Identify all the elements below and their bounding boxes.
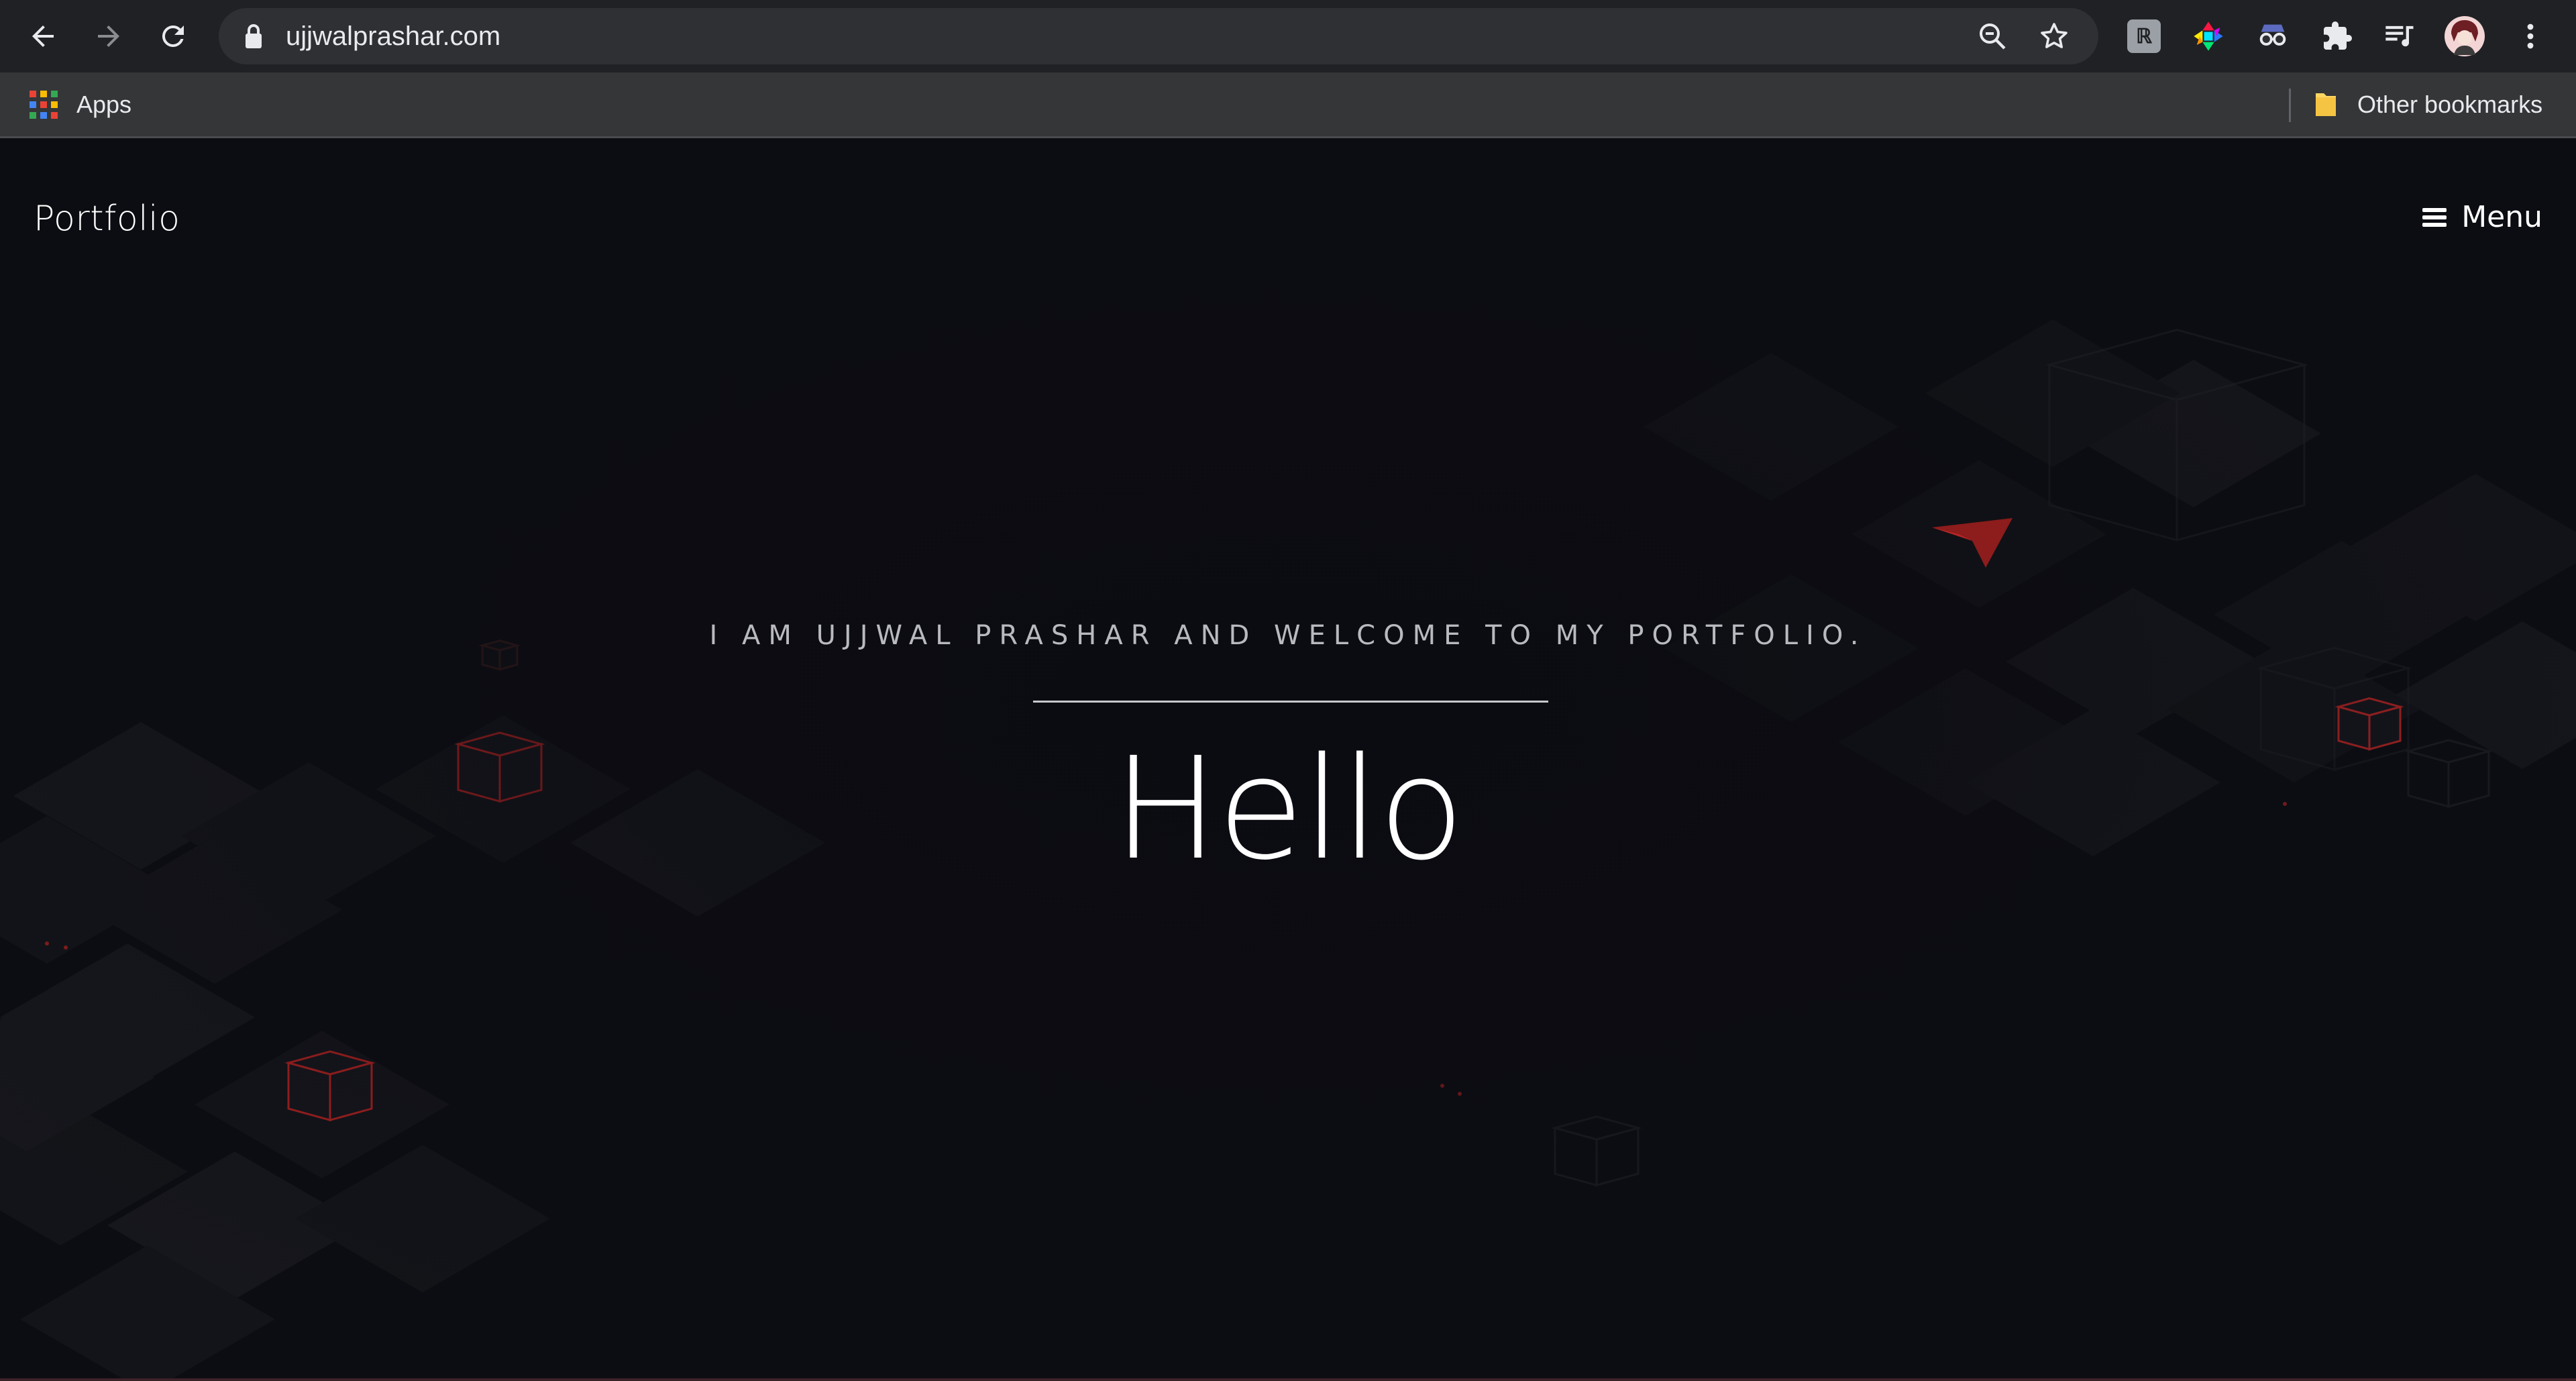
other-bookmarks-label: Other bookmarks xyxy=(2357,91,2543,118)
forward-arrow-icon xyxy=(98,25,119,47)
puzzle-icon xyxy=(2324,21,2352,50)
brand-logo[interactable]: Portfolio xyxy=(34,199,180,239)
hamburger-icon xyxy=(2422,207,2447,227)
forward-button[interactable] xyxy=(86,13,131,59)
apps-grid-icon xyxy=(30,91,58,119)
bookmarks-divider xyxy=(2289,89,2291,122)
reload-button[interactable] xyxy=(150,13,196,59)
color-wheel-icon xyxy=(2194,21,2223,51)
back-arrow-icon xyxy=(32,25,54,47)
browser-menu-button[interactable] xyxy=(2509,15,2552,58)
lock-icon xyxy=(246,24,262,48)
zoom-out-icon[interactable] xyxy=(1976,20,2008,52)
hero-divider xyxy=(1033,701,1548,703)
incognito-glasses-icon xyxy=(2259,24,2286,46)
back-button[interactable] xyxy=(20,13,66,59)
menu-label: Menu xyxy=(2461,200,2542,234)
portfolio-page: Portfolio Menu I AM UJJWAL PRASHAR AND W… xyxy=(0,138,2576,1381)
queue-music-icon xyxy=(2385,25,2414,47)
media-playlist-icon[interactable] xyxy=(2379,15,2422,58)
bookmarks-bar: Apps Other bookmarks xyxy=(0,72,2576,138)
url-text: ujjwalprashar.com xyxy=(286,21,501,51)
spy-extension-icon[interactable] xyxy=(2251,15,2294,58)
page-bottom-edge xyxy=(0,1378,2576,1381)
address-bar[interactable]: ujjwalprashar.com xyxy=(219,8,2098,64)
color-picker-extension-icon[interactable] xyxy=(2187,15,2230,58)
kebab-menu-icon xyxy=(2527,23,2534,49)
avatar-icon xyxy=(2445,16,2485,56)
hero-headline: Hello xyxy=(1112,727,1464,891)
other-bookmarks[interactable]: Other bookmarks xyxy=(2314,72,2542,137)
apps-label: Apps xyxy=(76,91,132,118)
bookmark-star-icon[interactable] xyxy=(2038,20,2070,52)
extension-icon-gray[interactable]: ℝ xyxy=(2123,15,2165,58)
profile-avatar[interactable] xyxy=(2443,15,2486,58)
extensions-puzzle-icon[interactable] xyxy=(2316,15,2359,58)
reload-icon xyxy=(162,25,184,47)
browser-toolbar: ujjwalprashar.com ℝ xyxy=(0,0,2576,72)
apps-bookmark[interactable]: Apps xyxy=(30,72,131,137)
extension-badge-icon: ℝ xyxy=(2127,19,2161,53)
folder-icon xyxy=(2316,93,2336,116)
menu-button[interactable]: Menu xyxy=(2422,200,2542,234)
hero-tagline: I AM UJJWAL PRASHAR AND WELCOME TO MY PO… xyxy=(709,620,1867,651)
